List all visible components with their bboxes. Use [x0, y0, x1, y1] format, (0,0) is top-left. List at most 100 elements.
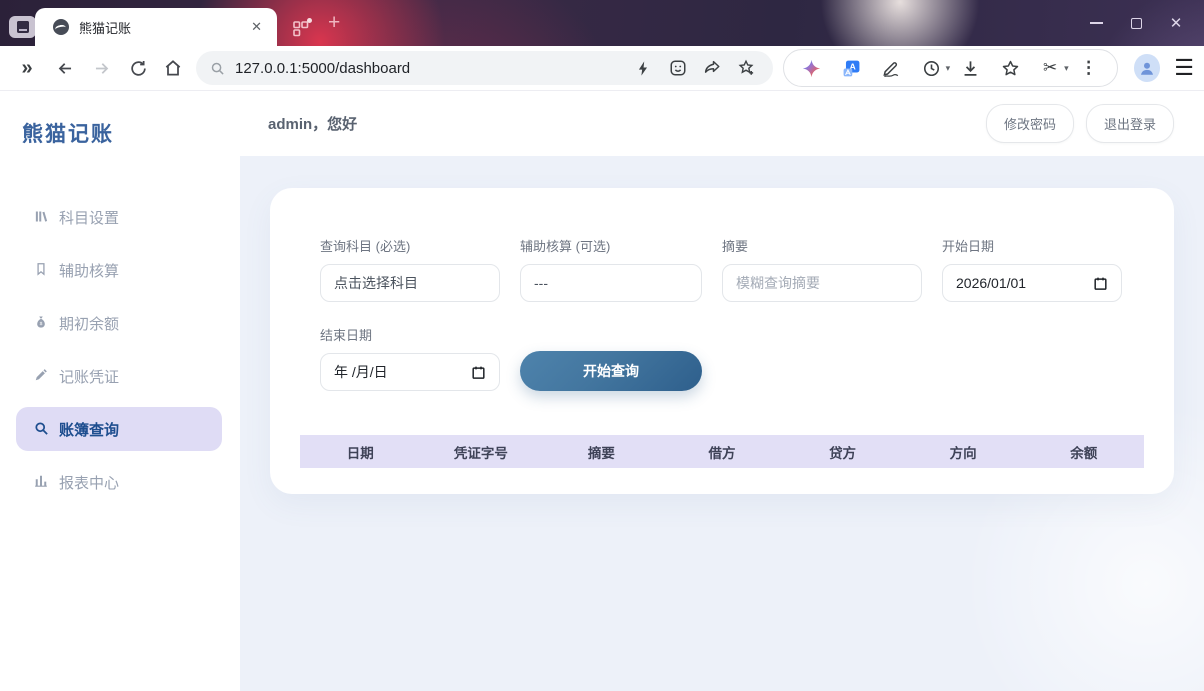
query-form-row1: 查询科目 (必选) 点击选择科目 辅助核算 (可选) --- 摘要 开始日	[320, 236, 1124, 302]
browser-toolbar: » 127.0.0.1:5000/dashboard	[0, 46, 1204, 91]
sidebar-item-subjects[interactable]: 科目设置	[16, 195, 222, 239]
start-date-label: 开始日期	[942, 236, 1122, 255]
column-header-voucher-no: 凭证字号	[421, 442, 542, 462]
app-area: 熊猫记账 科目设置 辅助核算 $	[0, 91, 1204, 691]
main-area: admin，您好 修改密码 退出登录 查询科目 (必选) 点击选择科目 辅助核算…	[240, 91, 1204, 691]
aux-label: 辅助核算 (可选)	[520, 236, 702, 255]
tab-close-icon[interactable]: ✕	[246, 17, 267, 37]
column-header-credit: 贷方	[782, 442, 903, 462]
notification-dot	[307, 18, 312, 23]
start-date-input[interactable]: 2026/01/01	[942, 264, 1122, 302]
search-icon	[210, 61, 225, 76]
minimize-button[interactable]	[1076, 0, 1116, 46]
tab-overflow-icon[interactable]: »	[12, 53, 42, 83]
column-header-debit: 借方	[662, 442, 783, 462]
sidebar-item-label: 期初余额	[59, 313, 119, 334]
tab-strip: 熊猫记账 ✕ + ✕	[0, 0, 1204, 46]
aux-selector[interactable]: ---	[520, 264, 702, 302]
gemini-icon[interactable]	[792, 53, 832, 83]
calendar-icon[interactable]	[1093, 276, 1108, 291]
query-form-row2: 结束日期 年 /月/日 开始查询	[320, 325, 1124, 391]
end-date-input[interactable]: 年 /月/日	[320, 353, 500, 391]
kebab-menu-icon[interactable]: ⋮	[1069, 53, 1109, 83]
share-icon[interactable]	[695, 53, 729, 83]
tab-title: 熊猫记账	[79, 18, 246, 37]
sidebar-item-aux-accounting[interactable]: 辅助核算	[16, 248, 222, 292]
sidebar-item-vouchers[interactable]: 记账凭证	[16, 354, 222, 398]
translate-icon[interactable]: A	[832, 53, 872, 83]
start-date-value: 2026/01/01	[956, 275, 1026, 291]
subject-label: 查询科目 (必选)	[320, 236, 500, 255]
bookmark-add-icon[interactable]	[729, 53, 763, 83]
browser-window: 熊猫记账 ✕ + ✕ »	[0, 0, 1204, 691]
sidebar-item-ledger-query[interactable]: 账簿查询	[16, 407, 222, 451]
sidebar-nav: 科目设置 辅助核算 $ 期初余额	[0, 195, 240, 504]
maximize-button[interactable]	[1116, 0, 1156, 46]
end-date-placeholder: 年 /月/日	[334, 362, 388, 382]
end-date-field-group: 结束日期 年 /月/日	[320, 325, 500, 391]
aux-field-group: 辅助核算 (可选) ---	[520, 236, 702, 302]
signature-pen-icon[interactable]	[872, 53, 912, 83]
start-date-field-group: 开始日期 2026/01/01	[942, 236, 1122, 302]
download-icon[interactable]	[950, 53, 990, 83]
page-content: 查询科目 (必选) 点击选择科目 辅助核算 (可选) --- 摘要 开始日	[240, 156, 1204, 691]
books-icon	[34, 209, 50, 225]
sidebar-item-reports[interactable]: 报表中心	[16, 460, 222, 504]
end-date-label: 结束日期	[320, 325, 500, 344]
sidebar-item-label: 科目设置	[59, 207, 119, 228]
bar-chart-icon	[34, 474, 50, 490]
sidebar-item-label: 记账凭证	[59, 366, 119, 387]
topbar-buttons: 修改密码 退出登录	[986, 104, 1174, 143]
calendar-icon[interactable]	[471, 365, 486, 380]
tab-favicon-icon	[53, 19, 69, 35]
url-text[interactable]: 127.0.0.1:5000/dashboard	[235, 60, 627, 77]
app-menu-icon[interactable]: ☰	[1174, 55, 1194, 81]
summary-input[interactable]	[722, 264, 922, 302]
home-icon[interactable]	[158, 53, 188, 83]
active-tab[interactable]: 熊猫记账 ✕	[35, 8, 277, 46]
star-icon[interactable]	[990, 53, 1030, 83]
profile-avatar[interactable]	[1134, 54, 1161, 82]
column-header-direction: 方向	[903, 442, 1024, 462]
close-window-button[interactable]: ✕	[1156, 0, 1196, 46]
reload-icon[interactable]	[123, 53, 153, 83]
sidebar-item-label: 辅助核算	[59, 260, 119, 281]
maximize-icon	[1131, 18, 1142, 29]
sidebar-item-label: 报表中心	[59, 472, 119, 493]
column-header-balance: 余额	[1023, 442, 1144, 462]
tab-group-icon[interactable]	[293, 21, 310, 37]
column-header-date: 日期	[300, 442, 421, 462]
emoji-reader-icon[interactable]	[661, 53, 695, 83]
tag-icon	[34, 262, 50, 278]
sidebar: 熊猫记账 科目设置 辅助核算 $	[0, 91, 240, 691]
change-password-button[interactable]: 修改密码	[986, 104, 1074, 143]
lightning-icon[interactable]	[627, 53, 661, 83]
summary-label: 摘要	[722, 236, 922, 255]
subject-field-group: 查询科目 (必选) 点击选择科目	[320, 236, 500, 302]
app-brand: 熊猫记账	[0, 118, 240, 148]
ledger-table-header: 日期 凭证字号 摘要 借方 贷方 方向 余额	[300, 435, 1144, 468]
sidebar-item-opening-balance[interactable]: $ 期初余额	[16, 301, 222, 345]
pen-icon	[34, 368, 50, 384]
search-icon	[34, 421, 50, 437]
column-header-summary: 摘要	[541, 442, 662, 462]
subject-selector[interactable]: 点击选择科目	[320, 264, 500, 302]
moneybag-icon: $	[34, 315, 50, 331]
minimize-icon	[1090, 22, 1103, 24]
page-topbar: admin，您好 修改密码 退出登录	[240, 91, 1204, 156]
back-icon[interactable]	[50, 53, 80, 83]
summary-field-group: 摘要	[722, 236, 922, 302]
new-tab-button[interactable]: +	[328, 12, 340, 34]
start-query-button[interactable]: 开始查询	[520, 351, 702, 391]
svg-text:$: $	[40, 321, 43, 327]
sidebar-item-label: 账簿查询	[59, 419, 119, 440]
extensions-pill: A ▾ ✂▾ ⋮	[783, 49, 1118, 87]
url-bar[interactable]: 127.0.0.1:5000/dashboard	[196, 51, 773, 85]
query-card: 查询科目 (必选) 点击选择科目 辅助核算 (可选) --- 摘要 开始日	[270, 188, 1174, 494]
browser-app-icon[interactable]	[9, 16, 36, 38]
forward-icon[interactable]	[86, 53, 116, 83]
window-controls: ✕	[1076, 0, 1196, 46]
user-greeting: admin，您好	[268, 113, 357, 134]
logout-button[interactable]: 退出登录	[1086, 104, 1174, 143]
workspace-glyph-icon	[17, 21, 29, 33]
